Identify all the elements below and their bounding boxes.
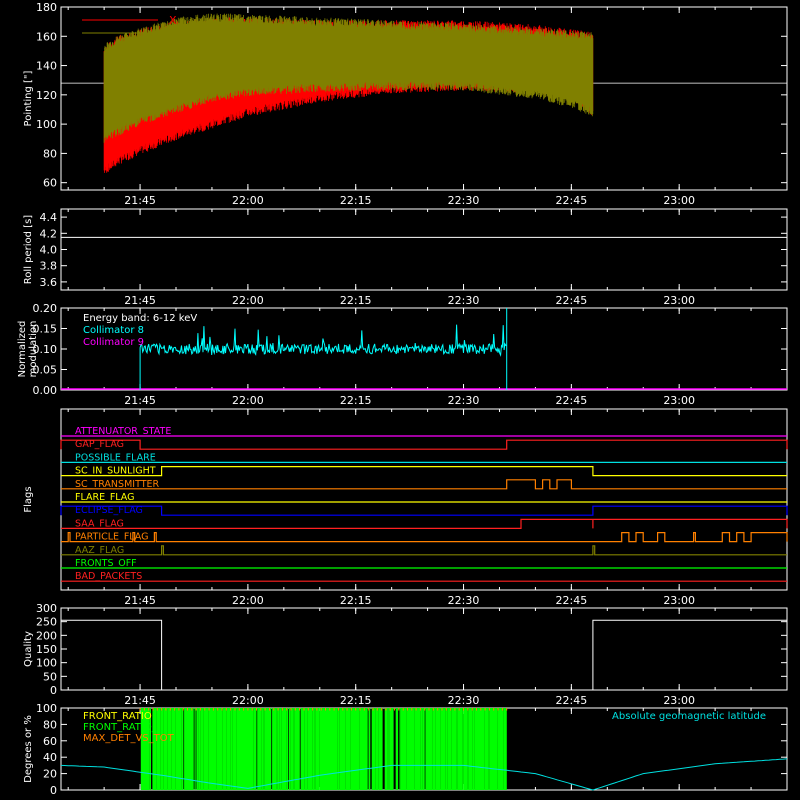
- front-ratio-green-bars: [140, 708, 507, 790]
- x-tick-label: 22:15: [340, 694, 372, 707]
- y-tick-label: 80: [43, 147, 57, 160]
- degrees-legend-2: MAX_DET_VS_TOT: [83, 733, 175, 744]
- x-tick-label: 22:00: [232, 394, 264, 407]
- y-tick-label: 3.6: [40, 276, 58, 289]
- y-tick-label: 0: [50, 784, 57, 797]
- flag-line-particle-flag: [61, 532, 788, 543]
- flag-label-fronts-off: FRONTS_OFF: [75, 558, 137, 569]
- flag-line-eclipse-flag: [60, 505, 788, 516]
- y-tick-label: 4.0: [40, 244, 58, 257]
- y-tick-label: 140: [36, 60, 57, 73]
- y-tick-label: 100: [36, 118, 57, 131]
- flag-label-sc-transmitter: SC_TRANSMITTER: [75, 479, 160, 490]
- y-tick-label: 150: [36, 643, 57, 656]
- flag-label-gap-flag: GAP_FLAG: [75, 439, 124, 450]
- x-tick-label: 22:00: [232, 194, 264, 207]
- y-tick-label: 100: [36, 657, 57, 670]
- y-axis-label: Pointing ["]: [23, 70, 34, 126]
- y-axis-label: Quality: [23, 631, 34, 667]
- y-tick-label: 0.20: [33, 302, 58, 315]
- geomagnetic-latitude-label: Absolute geomagnetic latitude: [612, 711, 766, 722]
- x-tick-label: 21:45: [124, 294, 156, 307]
- x-tick-label: 22:00: [232, 594, 264, 607]
- flag-line-sc-in-sunlight: [61, 466, 787, 477]
- y-tick-label: 80: [43, 718, 57, 731]
- modulation-legend-0: Energy band: 6-12 keV: [83, 313, 197, 324]
- flag-label-sc-in-sunlight: SC_IN_SUNLIGHT: [75, 466, 156, 477]
- y-axis-label: Normalized: [17, 321, 28, 378]
- x-tick-label: 22:30: [448, 394, 480, 407]
- y-tick-label: 20: [43, 768, 57, 781]
- x-tick-label: 21:45: [124, 594, 156, 607]
- x-tick-label: 23:00: [663, 394, 695, 407]
- flag-line-aaz-flag: [61, 545, 787, 556]
- flag-label-particle-flag: PARTICLE_FLAG: [75, 532, 148, 543]
- flag-label-aaz-flag: AAZ_FLAG: [75, 545, 124, 556]
- y-tick-label: 60: [43, 735, 57, 748]
- x-tick-label: 22:45: [556, 594, 588, 607]
- flag-line-gap-flag: [60, 439, 788, 450]
- y-tick-label: 120: [36, 89, 57, 102]
- y-tick-label: 50: [43, 670, 57, 683]
- x-tick-label: 23:00: [663, 194, 695, 207]
- y-axis-label: Flags: [23, 486, 34, 512]
- y-tick-label: 160: [36, 30, 57, 43]
- x-tick-label: 22:15: [340, 594, 372, 607]
- y-axis-label: Roll period [s]: [23, 215, 34, 284]
- x-tick-label: 22:45: [556, 394, 588, 407]
- flag-label-flare-flag: FLARE_FLAG: [75, 492, 135, 503]
- degrees-legend-1: FRONT_RATIO_: [83, 722, 158, 733]
- x-tick-label: 21:45: [124, 394, 156, 407]
- x-tick-label: 22:45: [556, 194, 588, 207]
- flag-label-saa-flag: SAA_FLAG: [75, 518, 124, 529]
- x-tick-label: 22:45: [556, 694, 588, 707]
- degrees-legend-0: FRONT_RATIO: [83, 711, 152, 722]
- x-tick-label: 22:30: [448, 294, 480, 307]
- x-tick-label: 21:45: [124, 694, 156, 707]
- flag-line-sc-transmitter: [61, 479, 787, 490]
- x-tick-label: 22:30: [448, 194, 480, 207]
- y-tick-label: 4.4: [40, 211, 58, 224]
- y-axis-label: modulation: [28, 321, 39, 378]
- x-tick-label: 22:15: [340, 194, 372, 207]
- x-tick-label: 21:45: [124, 194, 156, 207]
- y-axis-label: Degrees or %: [23, 715, 34, 783]
- modulation-legend-2: Collimator 9: [83, 337, 144, 348]
- y-tick-label: 300: [36, 602, 57, 615]
- y-tick-label: 4.2: [40, 227, 58, 240]
- figure: 21:45 22:00 22:15 22:30 22:45 23:00 60 80 100 120…: [17, 1, 788, 797]
- flag-line-saa-flag: [61, 518, 788, 529]
- x-tick-label: 22:45: [556, 294, 588, 307]
- y-tick-label: 60: [43, 177, 57, 190]
- flag-label-eclipse-flag: ECLIPSE_FLAG: [75, 505, 143, 516]
- legend-label-y: Y: [168, 27, 176, 40]
- quality-line: [61, 619, 787, 691]
- y-tick-label: 40: [43, 751, 57, 764]
- panel-frame: [60, 208, 788, 291]
- x-tick-label: 22:15: [340, 294, 372, 307]
- flag-label-bad-packets: BAD_PACKETS: [75, 571, 142, 582]
- x-tick-label: 22:00: [232, 694, 264, 707]
- y-tick-label: 3.8: [40, 260, 58, 273]
- y-tick-label: 100: [36, 702, 57, 715]
- y-tick-label: 250: [36, 616, 57, 629]
- y-tick-label: 0: [50, 684, 57, 697]
- y-tick-label: 200: [36, 629, 57, 642]
- y-tick-label: 0.00: [33, 384, 58, 397]
- x-tick-label: 22:30: [448, 594, 480, 607]
- x-tick-label: 22:00: [232, 294, 264, 307]
- x-tick-label: 22:15: [340, 394, 372, 407]
- x-tick-label: 23:00: [663, 594, 695, 607]
- modulation-legend-1: Collimator 8: [83, 325, 144, 336]
- flag-label-attenuator-state: ATTENUATOR_STATE: [75, 426, 171, 437]
- x-tick-label: 23:00: [663, 294, 695, 307]
- legend-label-x: X: [169, 14, 177, 27]
- flag-label-possible-flare: POSSIBLE_FLARE: [75, 452, 156, 463]
- y-tick-label: 180: [36, 1, 57, 14]
- x-tick-label: 22:30: [448, 694, 480, 707]
- x-tick-label: 23:00: [663, 694, 695, 707]
